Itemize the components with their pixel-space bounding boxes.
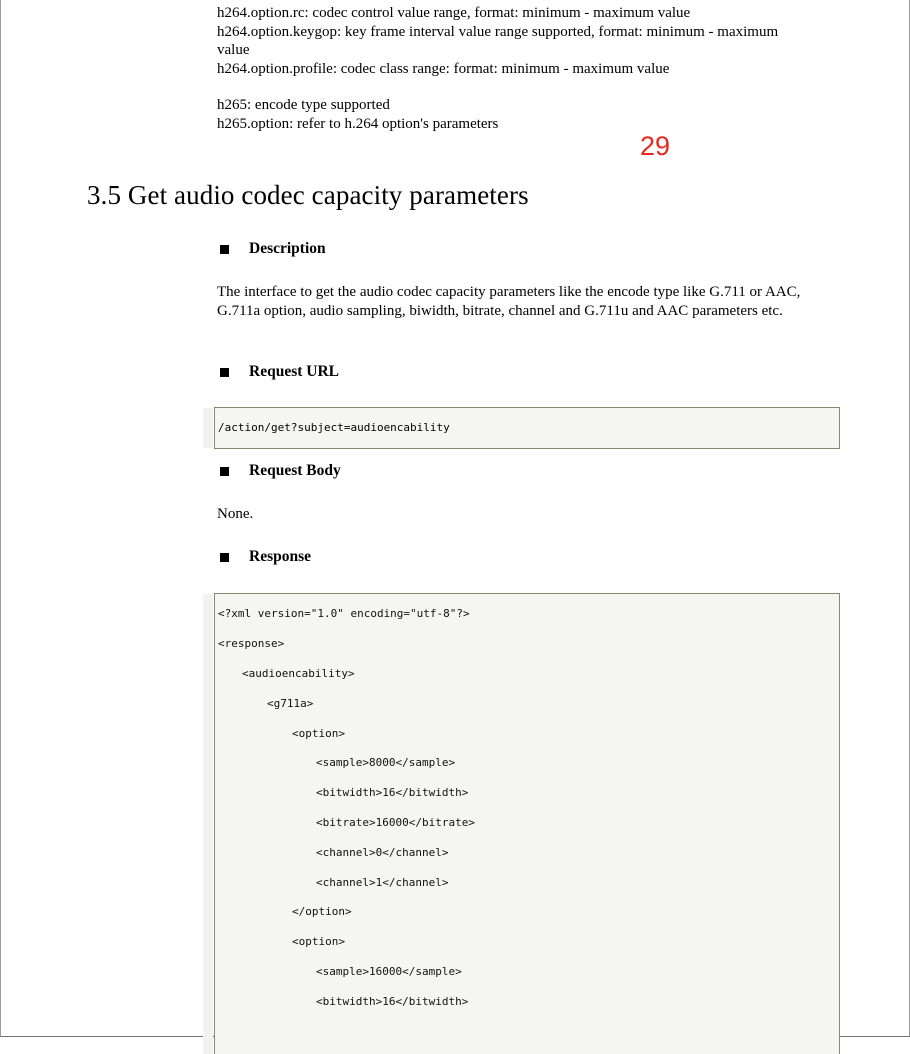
xml-line: <channel>1</channel> — [316, 876, 449, 889]
xml-line: <bitwidth>16</bitwidth> — [316, 786, 469, 799]
bullet-square-icon — [220, 466, 229, 476]
xml-line: <response> — [218, 637, 285, 650]
xml-line: <option> — [292, 935, 345, 948]
xml-line: <sample>8000</sample> — [316, 756, 456, 769]
xml-line: <audioencability> — [242, 667, 355, 680]
text-line: h264.option.keygop: key frame interval v… — [217, 23, 779, 40]
heading-label: Response — [249, 548, 312, 565]
bullet-square-icon — [220, 244, 229, 254]
request-url-code: /action/get?subject=audioencability — [218, 421, 450, 434]
text-line: h265.option: refer to h.264 option's par… — [217, 115, 499, 132]
bullet-square-icon — [220, 552, 229, 562]
xml-line: <?xml version="1.0" encoding="utf-8"?> — [218, 607, 470, 620]
text-line: h265: encode type supported — [217, 97, 390, 113]
bullet-square-icon — [220, 367, 229, 377]
heading-label: Description — [249, 240, 326, 257]
request-url-code-block: /action/get?subject=audioencability — [203, 407, 840, 449]
description-heading: Description — [220, 240, 326, 258]
xml-line: <bitwidth>16</bitwidth> — [316, 995, 469, 1008]
xml-line: <g711a> — [267, 697, 314, 710]
response-heading: Response — [220, 548, 311, 566]
xml-line: </option> — [292, 905, 352, 918]
request-body-text: None. — [217, 506, 254, 522]
heading-label: Request URL — [249, 363, 339, 380]
text-line: h264.option.rc: codec control value rang… — [217, 5, 691, 21]
request-url-heading: Request URL — [220, 363, 339, 381]
text-line: h264.option.profile: codec class range: … — [217, 60, 670, 77]
request-body-heading: Request Body — [220, 462, 341, 480]
description-text: The interface to get the audio codec cap… — [217, 284, 801, 319]
page-number: 29 — [640, 131, 671, 161]
xml-line: <option> — [292, 727, 345, 740]
heading-label: Request Body — [249, 462, 341, 479]
section-title: 3.5 Get audio codec capacity parameters — [87, 180, 529, 210]
xml-line: <channel>0</channel> — [316, 846, 449, 859]
xml-line: <sample>16000</sample> — [316, 965, 462, 978]
xml-line: <bitrate>16000</bitrate> — [316, 816, 475, 829]
h264-option-notes: h264.option.rc: codec control value rang… — [217, 4, 837, 133]
response-code-block: <?xml version="1.0" encoding="utf-8"?> <… — [203, 593, 840, 1054]
text-line: value — [217, 42, 250, 58]
